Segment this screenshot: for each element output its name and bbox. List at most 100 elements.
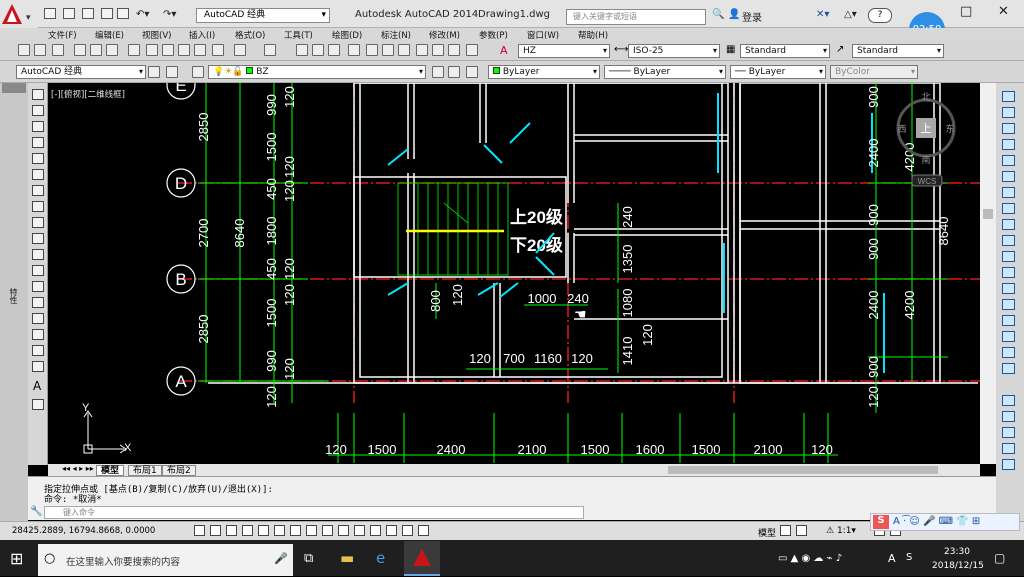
menu-dimension[interactable]: 标注(N) <box>381 29 411 41</box>
layer-previous-icon[interactable] <box>448 66 460 78</box>
break-point-icon[interactable] <box>1002 267 1015 278</box>
menu-window[interactable]: 窗口(W) <box>527 29 559 41</box>
region-icon[interactable] <box>32 345 44 356</box>
bring-above-icon[interactable] <box>1002 443 1015 454</box>
toolpalette-icon[interactable] <box>398 44 410 56</box>
a360-icon[interactable]: △▾ <box>844 9 857 20</box>
tab-nav-icon[interactable]: ◂◂ ◂ ▸ ▸▸ <box>62 464 94 473</box>
zoom-window-icon[interactable] <box>328 44 340 56</box>
tab-layout1[interactable]: 布局1 <box>128 465 162 476</box>
ime-toolbar[interactable]: S A ·͡ ☺ 🎤 ⌨ 👕 ⊞ <box>870 513 1020 531</box>
qopen-icon[interactable] <box>34 44 46 56</box>
blend-icon[interactable] <box>1002 347 1015 358</box>
otrack-icon[interactable] <box>306 525 317 536</box>
polygon-icon[interactable] <box>32 137 44 148</box>
new-icon[interactable] <box>44 8 56 19</box>
vertical-scrollbar[interactable] <box>980 83 996 464</box>
draworder-icon[interactable] <box>1002 395 1015 406</box>
am-icon[interactable] <box>418 525 429 536</box>
wrench-icon[interactable]: 🔧 <box>30 506 42 517</box>
task-view-icon[interactable]: ⧉ <box>304 551 313 566</box>
mtext-icon[interactable]: A <box>33 379 41 393</box>
mleaderstyle-dropdown[interactable]: Standard <box>852 44 944 58</box>
close-button[interactable]: ✕ <box>998 4 1009 19</box>
tpy-icon[interactable] <box>370 525 381 536</box>
workspace-settings-icon[interactable] <box>148 66 160 78</box>
tab-model[interactable]: 模型 <box>96 465 125 476</box>
trim-icon[interactable] <box>1002 235 1015 246</box>
lineweight-dropdown[interactable]: ── ByLayer <box>730 65 826 79</box>
plot-icon[interactable] <box>74 44 86 56</box>
bring-front-icon[interactable] <box>1002 411 1015 422</box>
horizontal-scrollbar-thumb[interactable] <box>668 466 938 474</box>
notifications-icon[interactable]: ▢ <box>994 551 1005 565</box>
undo-icon[interactable]: ↶▾ <box>136 9 149 20</box>
insert-block-icon[interactable] <box>32 265 44 276</box>
spline-icon[interactable] <box>32 217 44 228</box>
command-input[interactable]: 键入命令 <box>44 506 584 519</box>
ellipse-arc-icon[interactable] <box>32 249 44 260</box>
menu-view[interactable]: 视图(V) <box>142 29 171 41</box>
color-dropdown[interactable]: ByLayer <box>488 65 600 79</box>
menu-insert[interactable]: 插入(I) <box>189 29 215 41</box>
make-current-icon[interactable] <box>432 66 444 78</box>
rectangle-icon[interactable] <box>32 153 44 164</box>
revcloud-icon[interactable] <box>32 201 44 212</box>
print-icon[interactable] <box>117 8 129 19</box>
user-icon[interactable]: 👤 <box>728 9 740 20</box>
layer-state-icon[interactable] <box>466 66 478 78</box>
viewport-controls[interactable]: [-][俯视][二维线框] <box>51 88 125 100</box>
send-back-icon[interactable] <box>1002 427 1015 438</box>
qp-icon[interactable] <box>386 525 397 536</box>
publish-icon[interactable] <box>106 44 118 56</box>
workspace-dropdown[interactable]: AutoCAD 经典 ▾ <box>196 8 330 23</box>
ellipse-icon[interactable] <box>32 233 44 244</box>
markup-icon[interactable] <box>432 44 444 56</box>
help2-icon[interactable] <box>466 44 478 56</box>
xline-icon[interactable] <box>32 105 44 116</box>
add-selected-icon[interactable] <box>32 399 44 410</box>
erase-icon[interactable] <box>1002 91 1015 102</box>
autocad-logo-icon[interactable]: ▾ <box>0 0 38 28</box>
taskbar-search[interactable]: ○ 在这里输入你要搜索的内容 🎤 <box>38 544 293 576</box>
login-button[interactable]: 登录 <box>742 9 762 24</box>
menu-edit[interactable]: 编辑(E) <box>95 29 124 41</box>
maximize-button[interactable]: □ <box>960 4 972 19</box>
line-icon[interactable] <box>32 89 44 100</box>
grid-icon[interactable] <box>226 525 237 536</box>
hatch-icon[interactable] <box>32 313 44 324</box>
polar-icon[interactable] <box>258 525 269 536</box>
sogou-tray-icon[interactable]: S <box>906 552 912 563</box>
ortho-icon[interactable] <box>242 525 253 536</box>
qsave-icon[interactable] <box>52 44 64 56</box>
chamfer-icon[interactable] <box>1002 315 1015 326</box>
workspace-combo[interactable]: AutoCAD 经典 <box>16 65 146 79</box>
arc-icon[interactable] <box>32 169 44 180</box>
scale-icon[interactable] <box>1002 203 1015 214</box>
ime-indicator[interactable]: A <box>888 552 896 565</box>
workspace-save-icon[interactable] <box>166 66 178 78</box>
sc-icon[interactable] <box>402 525 413 536</box>
offset-icon[interactable] <box>1002 139 1015 150</box>
explode-icon[interactable] <box>1002 363 1015 374</box>
preview-icon[interactable] <box>90 44 102 56</box>
copy-object-icon[interactable] <box>1002 107 1015 118</box>
make-block-icon[interactable] <box>32 281 44 292</box>
file-explorer-icon[interactable]: ▬ <box>340 549 354 567</box>
array-icon[interactable] <box>1002 155 1015 166</box>
drawing-canvas[interactable]: [-][俯视][二维线框] E D B A 上20级 下20级 2850 270… <box>48 83 980 464</box>
menu-file[interactable]: 文件(F) <box>48 29 77 41</box>
zoom-realtime-icon[interactable] <box>312 44 324 56</box>
move-icon[interactable] <box>1002 171 1015 182</box>
autocad-taskbar-button[interactable] <box>404 541 440 576</box>
saveas-icon[interactable] <box>101 8 113 19</box>
quickview-drawings-icon[interactable] <box>796 525 807 536</box>
polyline-icon[interactable] <box>32 121 44 132</box>
redo2-icon[interactable] <box>264 44 276 56</box>
start-icon[interactable]: ⊞ <box>10 549 23 568</box>
extend-icon[interactable] <box>1002 251 1015 262</box>
cut-icon[interactable] <box>146 44 158 56</box>
tray-icons[interactable]: ▭ ▲ ◉ ☁ ⌁ ♪ <box>778 553 842 564</box>
layer-properties-icon[interactable] <box>192 66 204 78</box>
paste-icon[interactable] <box>178 44 190 56</box>
